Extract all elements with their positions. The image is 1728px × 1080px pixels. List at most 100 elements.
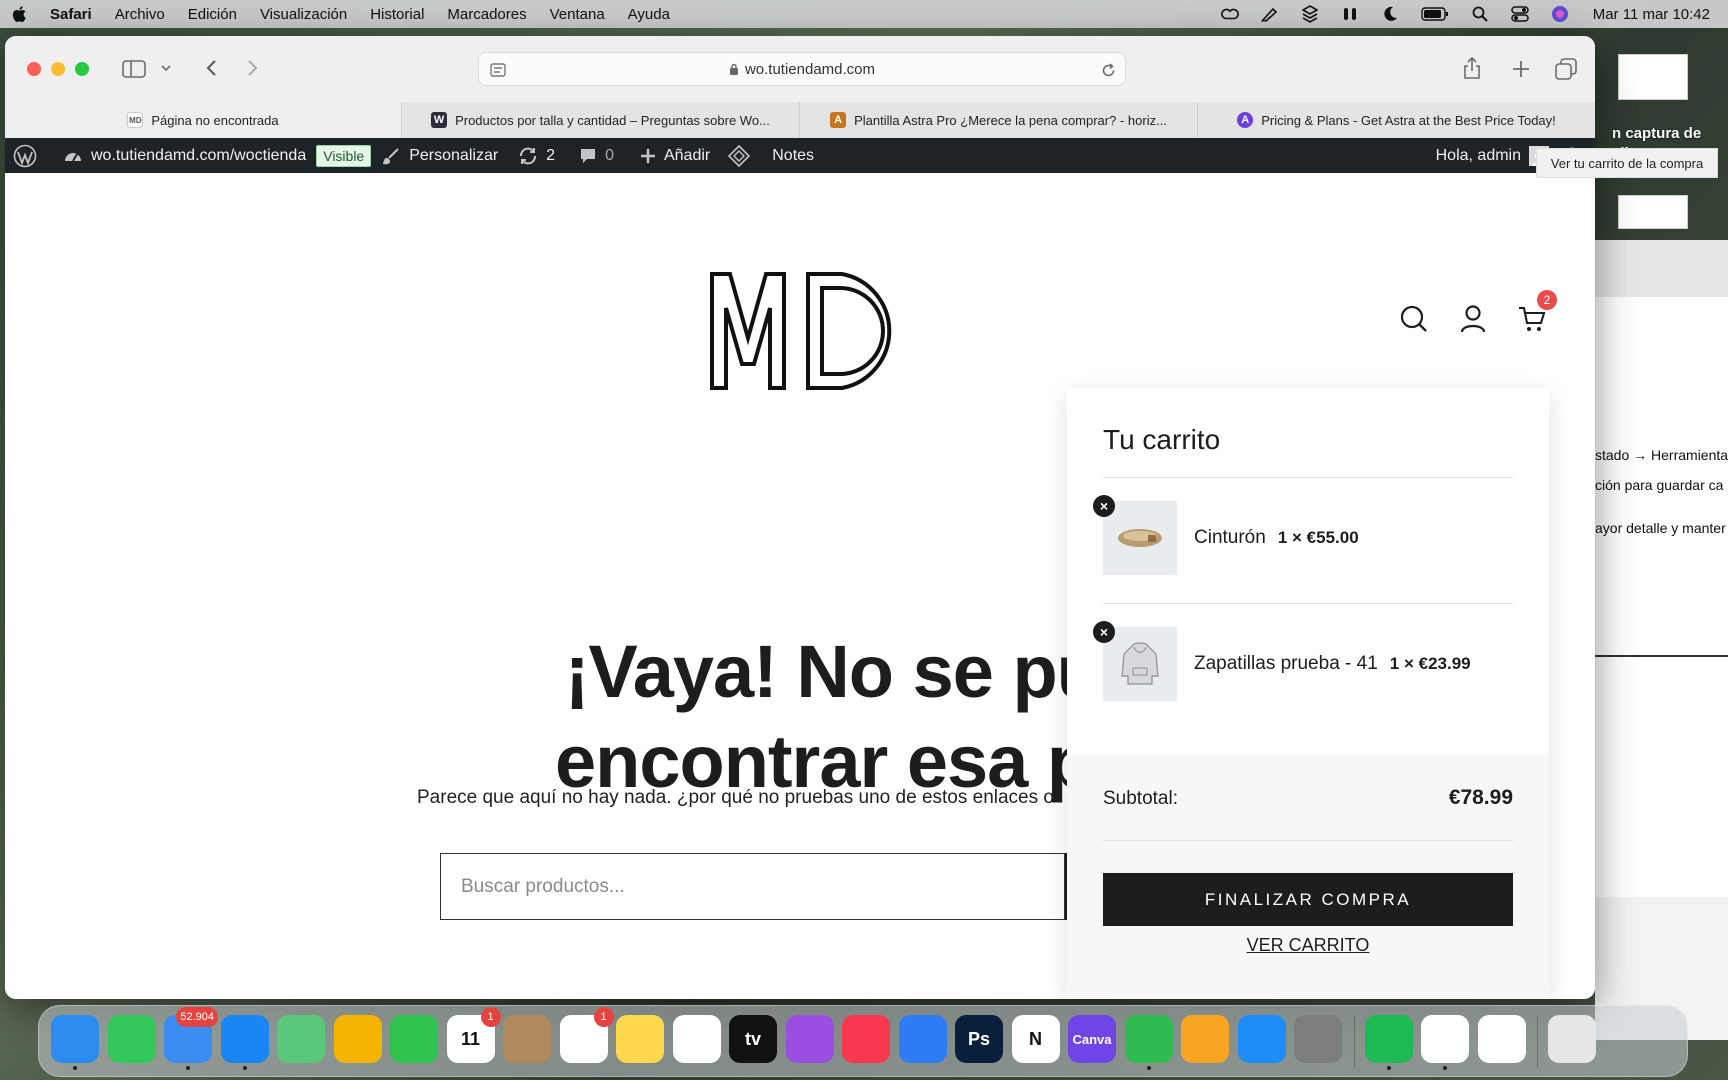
dock-freeform-icon[interactable] — [672, 1015, 721, 1063]
tab-pagina-no-encontrada[interactable]: MD Página no encontrada — [5, 102, 402, 138]
creative-cloud-icon[interactable] — [1220, 6, 1239, 22]
dock-calendar-icon[interactable]: 11 1 — [446, 1007, 501, 1063]
desktop-screenshot-thumbnail[interactable] — [1618, 195, 1688, 229]
menu-ayuda[interactable]: Ayuda — [628, 6, 670, 23]
close-window-button[interactable] — [27, 62, 41, 76]
spotlight-search-icon[interactable] — [1471, 6, 1489, 22]
dock-notion-icon[interactable]: N — [1011, 1015, 1060, 1063]
wp-customize[interactable]: Personalizar — [383, 138, 498, 173]
astra-favicon-icon: A — [1237, 112, 1254, 128]
battery-icon[interactable] — [1421, 6, 1449, 22]
share-icon[interactable] — [1461, 56, 1483, 80]
cart-icon[interactable] — [1518, 305, 1546, 338]
menu-historial[interactable]: Historial — [370, 6, 424, 23]
control-center-icon[interactable] — [1510, 6, 1529, 22]
md-favicon-icon: MD — [127, 112, 144, 128]
wp-greeting[interactable]: Hola, admin — [1436, 147, 1521, 165]
dock-contacts-icon[interactable] — [503, 1015, 551, 1063]
dock-notes-icon[interactable] — [616, 1015, 664, 1063]
cart-flyout: Tu carrito × Cinturón 1 × €55.00 × Zapat… — [1067, 388, 1549, 999]
view-cart-link[interactable]: VER CARRITO — [1103, 935, 1513, 956]
tab-productos-por-talla[interactable]: W Productos por talla y cantidad – Pregu… — [402, 102, 800, 138]
dock-canva-icon[interactable]: Canva — [1068, 1015, 1116, 1063]
wp-updates[interactable]: 2 — [518, 138, 555, 173]
zoom-window-button[interactable] — [75, 62, 89, 76]
wp-site-name[interactable]: wo.tutiendamd.com/woctienda Visible — [63, 138, 372, 173]
moon-icon[interactable] — [1381, 6, 1399, 22]
airpods-icon[interactable] — [1341, 6, 1359, 22]
dock-pages-icon[interactable] — [1181, 1015, 1229, 1063]
site-logo[interactable]: MD — [708, 268, 906, 397]
forward-icon[interactable] — [243, 56, 263, 80]
dock-podcasts-icon[interactable] — [785, 1015, 834, 1063]
dock-divider — [1537, 1016, 1538, 1068]
minimize-window-button[interactable] — [51, 62, 65, 76]
dock-capcut-icon[interactable] — [1477, 1015, 1526, 1063]
dock-running-indicator — [1386, 1066, 1391, 1070]
dock-system-settings-icon[interactable] — [1294, 1015, 1342, 1063]
siri-icon[interactable] — [1551, 6, 1569, 22]
brush-icon — [383, 147, 399, 164]
dock-chrome-icon[interactable] — [1421, 1015, 1469, 1063]
chevron-down-icon[interactable] — [160, 62, 172, 74]
dock-messages-icon[interactable] — [107, 1015, 156, 1063]
reload-icon[interactable] — [1099, 61, 1117, 79]
checkout-button[interactable]: FINALIZAR COMPRA — [1103, 873, 1513, 926]
menu-ventana[interactable]: Ventana — [550, 6, 605, 23]
menu-visualizacion[interactable]: Visualización — [260, 6, 347, 23]
remove-item-button[interactable]: × — [1093, 495, 1115, 517]
tab-label: Productos por talla y cantidad – Pregunt… — [455, 112, 770, 128]
dock-app-label: tv — [744, 1028, 761, 1049]
dock-maps-icon[interactable] — [277, 1015, 325, 1063]
astra-blog-favicon-icon: A — [830, 112, 847, 128]
wp-add-new[interactable]: Añadir — [640, 138, 710, 173]
belt-icon[interactable] — [1103, 501, 1177, 575]
menu-marcadores[interactable]: Marcadores — [447, 6, 526, 23]
wp-comments[interactable]: 0 — [579, 138, 614, 173]
product-search-input[interactable]: Buscar productos... — [440, 853, 1065, 920]
customize-label: Personalizar — [409, 146, 499, 164]
dock-app-store-icon[interactable] — [1237, 1015, 1286, 1063]
new-tab-icon[interactable] — [1510, 58, 1532, 80]
menu-clock[interactable]: Mar 11 mar 10:42 — [1593, 6, 1710, 23]
tab-overview-icon[interactable] — [1554, 57, 1578, 81]
dock-badge: 52.904 — [176, 1007, 218, 1027]
not-found-subtext: Parece que aquí no hay nada. ¿por qué no… — [417, 787, 1054, 808]
dock-reminders-icon[interactable]: 1 — [559, 1007, 614, 1063]
tab-pricing-plans-astra[interactable]: A Pricing & Plans - Get Astra at the Bes… — [1198, 102, 1595, 138]
pen-icon[interactable] — [1261, 6, 1279, 22]
menu-edicion[interactable]: Edición — [188, 6, 237, 23]
tab-plantilla-astra-pro[interactable]: A Plantilla Astra Pro ¿Merece la pena co… — [800, 102, 1198, 138]
sidebar-toggle-icon[interactable] — [121, 58, 147, 80]
background-window[interactable]: stado → Herramientas ción para guardar c… — [1595, 240, 1728, 1040]
dock-photoshop-icon[interactable]: Ps — [955, 1015, 1003, 1063]
header-search-icon[interactable] — [1400, 305, 1428, 338]
account-icon[interactable] — [1460, 305, 1486, 338]
dock-finder-icon[interactable] — [51, 1015, 99, 1063]
dock-apple-tv-icon[interactable]: tv — [729, 1015, 777, 1063]
cart-item-name[interactable]: Cinturón — [1194, 527, 1266, 549]
apple-menu-icon[interactable] — [12, 5, 30, 23]
dock-mail-icon[interactable]: 52.904 — [164, 1007, 218, 1063]
remove-item-button[interactable]: × — [1093, 621, 1115, 643]
dock-spotify-icon[interactable] — [1364, 1015, 1413, 1063]
desktop-screenshot-thumbnail[interactable] — [1618, 54, 1688, 100]
dock-facetime-icon[interactable] — [390, 1015, 438, 1063]
hoodie-icon[interactable] — [1103, 627, 1177, 701]
cart-item-name[interactable]: Zapatillas prueba - 41 — [1194, 653, 1378, 675]
address-bar[interactable]: wo.tutiendamd.com — [478, 52, 1126, 86]
menu-archivo[interactable]: Archivo — [115, 6, 165, 23]
cart-tooltip: Ver tu carrito de la compra — [1536, 148, 1718, 178]
page-settings-icon[interactable] — [489, 61, 507, 79]
dock-safari-icon[interactable] — [220, 1015, 269, 1063]
wordpress-logo-icon[interactable] — [13, 138, 45, 173]
dock-trash-icon[interactable] — [1548, 1015, 1596, 1063]
dock-photos-icon[interactable] — [333, 1015, 382, 1063]
dock-music-icon[interactable] — [842, 1015, 890, 1063]
back-icon[interactable] — [201, 56, 221, 80]
menu-app-name[interactable]: Safari — [50, 6, 92, 23]
dock-keynote-icon[interactable] — [898, 1015, 947, 1063]
dock-numbers-icon[interactable] — [1124, 1015, 1173, 1063]
wp-notes[interactable]: Notes — [728, 138, 814, 173]
layers-icon[interactable] — [1301, 5, 1319, 23]
